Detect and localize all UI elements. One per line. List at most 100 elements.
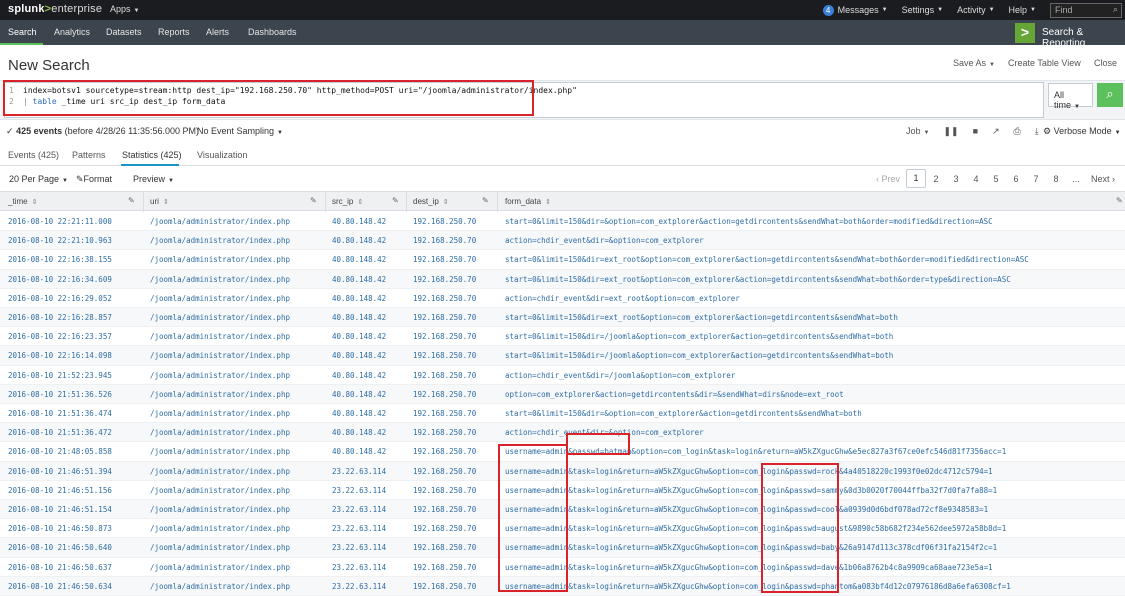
cell-dest-ip[interactable]: 192.168.250.70 — [413, 467, 476, 476]
cell-src-ip[interactable]: 40.80.148.42 — [332, 390, 386, 399]
cell-time[interactable]: 2016-08-10 22:16:29.052 — [8, 294, 112, 303]
cell-dest-ip[interactable]: 192.168.250.70 — [413, 486, 476, 495]
nav-dashboards[interactable]: Dashboards — [248, 27, 297, 37]
cell-form-data[interactable]: start=0&limit=150&dir=ext_root&option=co… — [505, 275, 1011, 284]
pager-page[interactable]: 6 — [1006, 174, 1026, 184]
cell-time[interactable]: 2016-08-10 21:46:50.640 — [8, 543, 112, 552]
cell-uri[interactable]: /joomla/administrator/index.php — [150, 351, 290, 360]
cell-time[interactable]: 2016-08-10 21:51:36.526 — [8, 390, 112, 399]
cell-uri[interactable]: /joomla/administrator/index.php — [150, 275, 290, 284]
find-input[interactable]: Find ⌕ — [1050, 2, 1122, 18]
table-row[interactable]: 2016-08-10 21:51:36.474/joomla/administr… — [0, 404, 1125, 424]
run-search-button[interactable]: ⌕ — [1097, 83, 1123, 107]
cell-form-data[interactable]: start=0&limit=150&dir=ext_root&option=co… — [505, 313, 898, 322]
cell-dest-ip[interactable]: 192.168.250.70 — [413, 428, 476, 437]
cell-time[interactable]: 2016-08-10 22:16:38.155 — [8, 255, 112, 264]
nav-reports[interactable]: Reports — [158, 27, 190, 37]
cell-uri[interactable]: /joomla/administrator/index.php — [150, 409, 290, 418]
cell-src-ip[interactable]: 23.22.63.114 — [332, 582, 386, 591]
print-icon[interactable]: ⎙ — [1014, 126, 1021, 137]
tab-patterns[interactable]: Patterns — [72, 150, 106, 160]
cell-time[interactable]: 2016-08-10 22:16:23.357 — [8, 332, 112, 341]
pencil-icon[interactable]: ✎ — [1116, 196, 1123, 205]
cell-uri[interactable]: /joomla/administrator/index.php — [150, 486, 290, 495]
cell-src-ip[interactable]: 40.80.148.42 — [332, 428, 386, 437]
cell-dest-ip[interactable]: 192.168.250.70 — [413, 543, 476, 552]
pager-page[interactable]: 5 — [986, 174, 1006, 184]
tab-events[interactable]: Events (425) — [8, 150, 59, 160]
cell-time[interactable]: 2016-08-10 21:51:36.474 — [8, 409, 112, 418]
cell-uri[interactable]: /joomla/administrator/index.php — [150, 428, 290, 437]
table-row[interactable]: 2016-08-10 22:16:34.609/joomla/administr… — [0, 269, 1125, 289]
cell-dest-ip[interactable]: 192.168.250.70 — [413, 409, 476, 418]
cell-form-data[interactable]: start=0&limit=150&dir=&option=com_extplo… — [505, 217, 993, 226]
cell-dest-ip[interactable]: 192.168.250.70 — [413, 524, 476, 533]
pager-page[interactable]: 1 — [906, 169, 926, 188]
cell-dest-ip[interactable]: 192.168.250.70 — [413, 505, 476, 514]
cell-dest-ip[interactable]: 192.168.250.70 — [413, 255, 476, 264]
cell-uri[interactable]: /joomla/administrator/index.php — [150, 332, 290, 341]
table-row[interactable]: 2016-08-10 22:16:14.098/joomla/administr… — [0, 346, 1125, 366]
pencil-icon[interactable]: ✎ — [392, 196, 399, 205]
cell-time[interactable]: 2016-08-10 22:16:34.609 — [8, 275, 112, 284]
cell-form-data[interactable]: username=admin&task=login&return=aW5kZXg… — [505, 543, 997, 552]
cell-dest-ip[interactable]: 192.168.250.70 — [413, 582, 476, 591]
nav-search[interactable]: Search — [8, 27, 37, 37]
table-row[interactable]: 2016-08-10 22:16:38.155/joomla/administr… — [0, 250, 1125, 270]
nav-datasets[interactable]: Datasets — [106, 27, 142, 37]
pager-page[interactable]: 3 — [946, 174, 966, 184]
tab-statistics[interactable]: Statistics (425) — [122, 150, 182, 160]
pager-page[interactable]: 4 — [966, 174, 986, 184]
pager-page[interactable]: 8 — [1046, 174, 1066, 184]
cell-time[interactable]: 2016-08-10 21:46:50.873 — [8, 524, 112, 533]
cell-form-data[interactable]: username=admin&task=login&return=aW5kZXg… — [505, 486, 997, 495]
per-page-dropdown[interactable]: 20 Per Page ▼ — [9, 174, 68, 184]
cell-form-data[interactable]: username=admin&task=login&return=aW5kZXg… — [505, 563, 993, 572]
cell-src-ip[interactable]: 40.80.148.42 — [332, 409, 386, 418]
cell-uri[interactable]: /joomla/administrator/index.php — [150, 524, 290, 533]
cell-time[interactable]: 2016-08-10 22:16:28.857 — [8, 313, 112, 322]
table-row[interactable]: 2016-08-10 21:51:36.526/joomla/administr… — [0, 384, 1125, 404]
table-row[interactable]: 2016-08-10 21:52:23.945/joomla/administr… — [0, 366, 1125, 385]
cell-uri[interactable]: /joomla/administrator/index.php — [150, 313, 290, 322]
cell-form-data[interactable]: start=0&limit=150&dir=/joomla&option=com… — [505, 332, 893, 341]
cell-time[interactable]: 2016-08-10 21:46:51.156 — [8, 486, 112, 495]
cell-src-ip[interactable]: 40.80.148.42 — [332, 255, 386, 264]
share-icon[interactable]: ↗ — [992, 126, 1000, 137]
cell-src-ip[interactable]: 23.22.63.114 — [332, 524, 386, 533]
time-range-picker[interactable]: All time ▼ — [1048, 83, 1093, 110]
cell-time[interactable]: 2016-08-10 21:51:36.472 — [8, 428, 112, 437]
cell-form-data[interactable]: username=admin&task=login&return=aW5kZXg… — [505, 505, 988, 514]
table-row[interactable]: 2016-08-10 22:16:28.857/joomla/administr… — [0, 308, 1125, 328]
cell-form-data[interactable]: option=com_extplorer&action=getdirconten… — [505, 390, 844, 399]
activity-menu[interactable]: Activity ▼ — [957, 5, 994, 15]
cell-src-ip[interactable]: 23.22.63.114 — [332, 467, 386, 476]
search-mode-dropdown[interactable]: ⚙ Verbose Mode ▼ — [1043, 126, 1121, 137]
cell-uri[interactable]: /joomla/administrator/index.php — [150, 255, 290, 264]
cell-src-ip[interactable]: 23.22.63.114 — [332, 486, 386, 495]
splunk-logo[interactable]: splunk>enterprise — [8, 3, 102, 15]
nav-analytics[interactable]: Analytics — [54, 27, 90, 37]
save-as-button[interactable]: Save As ▼ — [953, 58, 995, 68]
cell-uri[interactable]: /joomla/administrator/index.php — [150, 582, 290, 591]
cell-uri[interactable]: /joomla/administrator/index.php — [150, 505, 290, 514]
column-header-dest-ip[interactable]: dest_ip ⇕ — [413, 197, 449, 206]
apps-menu[interactable]: Apps ▼ — [110, 4, 139, 14]
cell-src-ip[interactable]: 23.22.63.114 — [332, 563, 386, 572]
cell-dest-ip[interactable]: 192.168.250.70 — [413, 563, 476, 572]
cell-form-data[interactable]: action=chdir_event&dir=ext_root&option=c… — [505, 294, 740, 303]
cell-src-ip[interactable]: 40.80.148.42 — [332, 294, 386, 303]
cell-dest-ip[interactable]: 192.168.250.70 — [413, 236, 476, 245]
cell-dest-ip[interactable]: 192.168.250.70 — [413, 313, 476, 322]
cell-uri[interactable]: /joomla/administrator/index.php — [150, 217, 290, 226]
column-header-uri[interactable]: uri ⇕ — [150, 197, 169, 206]
cell-uri[interactable]: /joomla/administrator/index.php — [150, 467, 290, 476]
cell-dest-ip[interactable]: 192.168.250.70 — [413, 275, 476, 284]
column-header-form-data[interactable]: form_data ⇕ — [505, 197, 551, 206]
cell-time[interactable]: 2016-08-10 22:21:11.000 — [8, 217, 112, 226]
pencil-icon[interactable]: ✎ — [310, 196, 317, 205]
export-icon[interactable]: ⤓ — [1035, 126, 1039, 137]
cell-src-ip[interactable]: 23.22.63.114 — [332, 505, 386, 514]
pager-page[interactable]: 7 — [1026, 174, 1046, 184]
cell-src-ip[interactable]: 40.80.148.42 — [332, 447, 386, 456]
